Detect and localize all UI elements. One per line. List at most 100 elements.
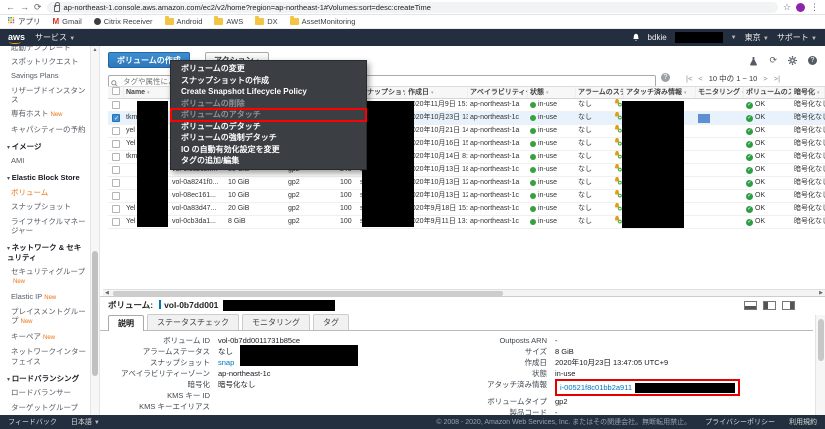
alarm-bell-icon[interactable] [613, 203, 622, 215]
sidebar-item-Elastic-IP[interactable]: Elastic IP New [7, 289, 90, 305]
monitoring-sparkline[interactable] [698, 113, 710, 123]
tab-ステータスチェック[interactable]: ステータスチェック [147, 314, 239, 330]
bookmark-item[interactable]: DX [255, 16, 278, 26]
table-header-cell[interactable]: アラームのステー ▾ [576, 87, 624, 98]
bookmark-item[interactable]: M Gmail [53, 17, 82, 26]
account-menu[interactable]: bdkie [648, 33, 667, 42]
sidebar-item-スナップショット[interactable]: スナップショット [7, 200, 90, 214]
sidebar-item-ライフサイクルマネージャー[interactable]: ライフサイクルマネージャー [7, 214, 90, 238]
alarm-bell-icon[interactable] [613, 164, 622, 176]
sidebar-item-プレイスメントグループ[interactable]: プレイスメントグループ New [7, 305, 90, 330]
menu-item-ボリュームのデタッチ[interactable]: ボリュームのデタッチ [171, 121, 366, 133]
menu-item-Create-Snapshot-Lifecycle-Policy[interactable]: Create Snapshot Lifecycle Policy [171, 86, 366, 98]
horizontal-scrollbar[interactable]: ◀ ▶ [103, 289, 825, 296]
table-row[interactable]: vol-08ec161...10 GiBgp2100snap2020年10月13… [108, 190, 825, 203]
sidebar-item-ターゲットグループ[interactable]: ターゲットグループNew [7, 400, 90, 415]
row-checkbox[interactable] [112, 192, 120, 200]
header-checkbox[interactable] [111, 87, 120, 95]
region-menu[interactable]: 東京 ▼ [745, 32, 769, 43]
alarm-bell-icon[interactable] [613, 138, 622, 150]
next-page-button[interactable]: > [763, 74, 767, 83]
refresh-icon[interactable]: ⟳ [769, 55, 777, 66]
sidebar-item-リザーブドインスタンス[interactable]: リザーブドインスタンス [7, 83, 90, 107]
menu-item-スナップショットの作成[interactable]: スナップショットの作成 [171, 75, 366, 87]
snapshot-link[interactable]: snap [218, 357, 234, 368]
bookmark-star-icon[interactable]: ☆ [783, 2, 791, 13]
row-checkbox[interactable] [112, 166, 120, 174]
tab-タグ[interactable]: タグ [313, 314, 349, 330]
row-checkbox[interactable] [112, 205, 120, 213]
profile-avatar[interactable] [796, 2, 805, 12]
menu-item-ボリュームのアタッチ[interactable]: ボリュームのアタッチ [170, 108, 367, 122]
menu-item-ボリュームの削除[interactable]: ボリュームの削除 [171, 98, 366, 110]
table-row[interactable]: Yelvol-0a83d47...20 GiBgp2100snap2020年9月… [108, 203, 825, 216]
sidebar-item-ネットワークインターフェイス[interactable]: ネットワークインターフェイス [7, 345, 90, 369]
help-icon[interactable]: ? [808, 56, 817, 65]
sidebar-item-スポットリクエスト[interactable]: スポットリクエスト [7, 54, 90, 68]
alarm-bell-icon[interactable] [613, 177, 622, 189]
instance-link[interactable]: i-00521f8c01bb2a911 [560, 382, 632, 393]
row-checkbox[interactable] [112, 127, 120, 135]
table-header-cell[interactable]: Name ▾ [124, 87, 170, 98]
browser-menu-icon[interactable]: ⋮ [810, 2, 819, 12]
new-experience-flask-icon[interactable] [749, 56, 758, 66]
sidebar-item-キャパシティーの予約[interactable]: キャパシティーの予約 [7, 122, 90, 136]
tab-モニタリング[interactable]: モニタリング [242, 314, 310, 330]
alarm-bell-icon[interactable] [613, 112, 622, 124]
alarm-bell-icon[interactable] [613, 190, 622, 202]
scroll-thumb[interactable] [92, 251, 98, 376]
sidebar-item-キーペア[interactable]: キーペア New [7, 329, 90, 345]
panel-scroll-thumb[interactable] [817, 319, 824, 361]
tab-説明[interactable]: 説明 [108, 315, 144, 331]
feedback-link[interactable]: フィードバック [8, 417, 57, 427]
menu-item-ボリュームの強制デタッチ[interactable]: ボリュームの強制デタッチ [171, 132, 366, 144]
support-menu[interactable]: サポート ▼ [777, 32, 817, 43]
table-row[interactable]: Yelvol-0cb3da1...8 GiBgp2100snap2020年9月1… [108, 216, 825, 229]
table-header-cell[interactable]: 作成日 ▾ [406, 87, 468, 98]
sidebar-scrollbar[interactable]: ▲ [90, 46, 100, 415]
bookmark-item[interactable]: AWS [214, 16, 243, 26]
row-checkbox[interactable] [112, 153, 120, 161]
alarm-bell-icon[interactable] [613, 125, 622, 137]
bookmark-item[interactable]: AssetMonitoring [289, 16, 355, 26]
table-header-cell[interactable]: アタッチ済み情報 ▾ [624, 87, 696, 98]
table-header-cell[interactable]: モニタリング ▾ [696, 87, 744, 98]
table-header-cell[interactable]: ボリュームのス.. ▾ [744, 87, 792, 98]
table-row[interactable]: vol-0a8241f0...10 GiBgp2100snap2020年10月1… [108, 177, 825, 190]
aws-logo[interactable]: aws [8, 32, 25, 44]
layout-bottom-icon[interactable] [744, 301, 757, 310]
sidebar-item-Savings-Plans[interactable]: Savings Plans [7, 69, 90, 83]
help-badge-icon[interactable]: ? [661, 73, 670, 82]
alarm-bell-icon[interactable] [613, 99, 622, 111]
sidebar-item-セキュリティグループ[interactable]: セキュリティグループNew [7, 264, 90, 289]
sidebar-item-起動テンプレート[interactable]: 起動テンプレート [7, 46, 90, 54]
services-menu[interactable]: サービス ▼ [35, 32, 75, 43]
first-page-button[interactable]: |< [686, 74, 692, 83]
reload-icon[interactable]: ⟳ [34, 2, 42, 12]
forward-icon[interactable]: → [20, 2, 29, 12]
row-checkbox[interactable] [112, 101, 120, 109]
row-checkbox[interactable] [112, 179, 120, 187]
bookmark-item[interactable]: Citrix Receiver [93, 17, 153, 26]
language-selector[interactable]: 日本語 ▼ [71, 417, 100, 427]
table-header-cell[interactable]: 暗号化 ▾ [792, 87, 825, 98]
table-header-cell[interactable]: アベイラビリティー.. ▾ [468, 87, 528, 98]
layout-right-icon[interactable] [782, 301, 795, 310]
prev-page-button[interactable]: < [698, 74, 702, 83]
sidebar-item-AMI[interactable]: AMI [7, 154, 90, 168]
settings-gear-icon[interactable] [788, 56, 797, 65]
last-page-button[interactable]: >| [774, 74, 780, 83]
menu-item-タグの追加/編集[interactable]: タグの追加/編集 [171, 155, 366, 167]
row-checkbox[interactable] [112, 218, 120, 226]
sidebar-item-ボリューム[interactable]: ボリューム [7, 186, 90, 200]
scroll-up-icon[interactable]: ▲ [91, 47, 99, 53]
table-header-cell[interactable]: 状態 ▾ [528, 87, 576, 98]
notifications-bell-icon[interactable] [632, 33, 640, 42]
alarm-bell-icon[interactable] [613, 216, 622, 228]
menu-item-ボリュームの変更[interactable]: ボリュームの変更 [171, 63, 366, 75]
bookmark-item[interactable]: Android [164, 16, 202, 26]
menu-item-IO-の自動有効化設定を変更[interactable]: IO の自動有効化設定を変更 [171, 144, 366, 156]
row-checkbox[interactable] [112, 113, 120, 124]
back-icon[interactable]: ← [6, 2, 15, 12]
sidebar-item-専有ホスト[interactable]: 専有ホスト New [7, 107, 90, 123]
